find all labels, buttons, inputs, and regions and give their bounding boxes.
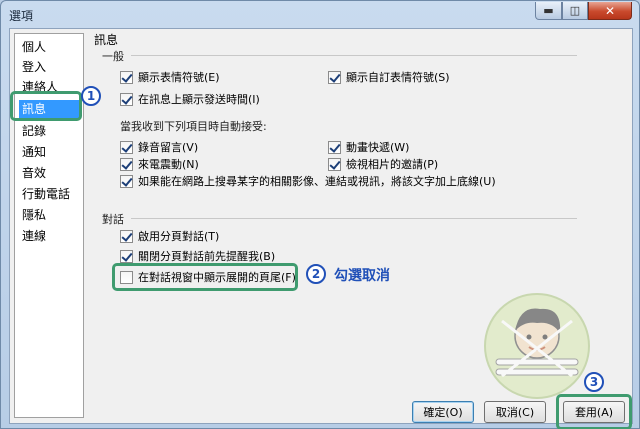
dialog-content: 個人 登入 連絡人 訊息 記錄 通知 音效 行動電話 隱私 連線 1 訊息 一般… [9,28,633,429]
minimize-icon: ▬ [543,4,554,17]
window-title: 選項 [9,9,34,23]
checkbox-box [120,70,133,84]
sidebar-item-alerts[interactable]: 通知 [19,143,81,161]
show-emoticons-checkbox[interactable]: 顯示表情符號(E) [120,69,220,85]
warn-close-tabs-label: 關閉分頁對話前先提醒我(B) [138,250,276,263]
checkbox-box [328,70,341,84]
checkbox-box [328,140,341,154]
general-section-heading: 一般 [102,50,124,63]
step-2-marker: 2 [306,264,326,284]
tabbed-conversations-checkbox[interactable]: 啟用分頁對話(T) [120,228,219,244]
show-emoticons-label: 顯示表情符號(E) [138,71,220,84]
show-timestamp-label: 在訊息上顯示發送時間(I) [138,93,260,106]
winks-checkbox[interactable]: 動畫快遞(W) [328,139,409,155]
checkbox-box [328,157,341,171]
ok-button[interactable]: 確定(O) [412,401,474,423]
options-window: 選項 ▬ ◫ ✕ 個人 登入 連絡人 訊息 記錄 通知 音效 行動電話 隱私 連… [0,0,640,429]
title-bar[interactable]: 選項 ▬ ◫ ✕ [1,1,639,27]
nudges-checkbox[interactable]: 來電震動(N) [120,156,199,172]
maximize-button[interactable]: ◫ [562,2,588,20]
sidebar-item-history[interactable]: 記錄 [19,122,81,140]
sidebar-item-privacy[interactable]: 隱私 [19,206,81,224]
highlight-apply-button [556,394,632,429]
underline-links-checkbox[interactable]: 如果能在網路上搜尋某字的相關影像、連結或視訊，將該文字加上底線(U) [120,173,496,189]
step-1-marker: 1 [81,86,101,106]
conversation-section-heading: 對話 [102,213,124,226]
photo-invites-checkbox[interactable]: 檢視相片的邀請(P) [328,156,438,172]
checkbox-box [120,92,133,106]
show-custom-emoticons-checkbox[interactable]: 顯示自訂表情符號(S) [328,69,450,85]
checkbox-box [120,174,133,188]
photo-invites-label: 檢視相片的邀請(P) [346,158,439,171]
mascot-watermark [484,293,590,399]
checkbox-box [120,229,133,243]
maximize-icon: ◫ [569,4,581,17]
warn-close-tabs-checkbox[interactable]: 關閉分頁對話前先提醒我(B) [120,248,275,264]
winks-label: 動畫快遞(W) [346,141,410,154]
minimize-button[interactable]: ▬ [535,2,562,20]
close-icon: ✕ [604,3,616,18]
tabbed-conversations-label: 啟用分頁對話(T) [138,230,220,243]
general-divider [131,55,577,56]
highlight-expanded-footer [112,263,298,291]
highlight-messages-tab [10,91,82,121]
voice-clip-label: 錄音留言(V) [138,141,199,154]
sidebar-item-personal[interactable]: 個人 [19,38,81,56]
checkbox-box [120,249,133,263]
show-timestamp-checkbox[interactable]: 在訊息上顯示發送時間(I) [120,91,260,107]
checkbox-box [120,140,133,154]
page-title: 訊息 [94,33,119,47]
close-button[interactable]: ✕ [588,2,632,20]
underline-links-label: 如果能在網路上搜尋某字的相關影像、連結或視訊，將該文字加上底線(U) [138,175,496,188]
sidebar-item-signin[interactable]: 登入 [19,58,81,76]
step-2-note: 勾選取消 [334,268,390,284]
voice-clip-checkbox[interactable]: 錄音留言(V) [120,139,198,155]
checkbox-box [120,157,133,171]
step-3-marker: 3 [584,372,604,392]
auto-accept-heading: 當我收到下列項目時自動接受: [120,120,267,133]
show-custom-emoticons-label: 顯示自訂表情符號(S) [346,71,450,84]
sidebar-item-sounds[interactable]: 音效 [19,164,81,182]
conversation-divider [131,218,577,219]
sidebar-item-mobile[interactable]: 行動電話 [19,185,81,203]
nudges-label: 來電震動(N) [138,158,199,171]
cancel-button[interactable]: 取消(C) [484,401,546,423]
sidebar-item-connection[interactable]: 連線 [19,227,81,245]
